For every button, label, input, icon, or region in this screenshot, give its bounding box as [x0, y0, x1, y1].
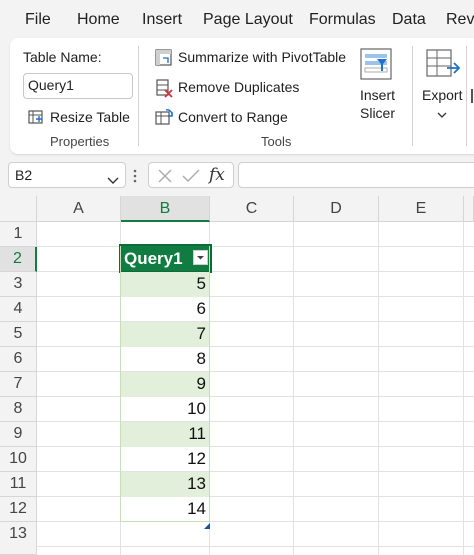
table-cell[interactable]: 13	[121, 472, 210, 497]
gridline	[463, 222, 464, 555]
gridline	[293, 222, 294, 555]
gridline	[37, 321, 474, 322]
table-name-value: Query1	[28, 77, 74, 93]
row-header-10[interactable]: 10	[0, 447, 37, 472]
gridline	[378, 222, 379, 555]
table-border	[120, 521, 210, 522]
formula-input[interactable]	[238, 162, 474, 188]
gridline	[37, 471, 474, 472]
table-cell[interactable]: 5	[121, 272, 210, 297]
table-cell[interactable]: 8	[121, 347, 210, 372]
gridline	[37, 271, 474, 272]
menu-file[interactable]: File	[25, 11, 51, 29]
table-header-label: Query1	[124, 249, 183, 268]
gridline	[37, 396, 474, 397]
table-border	[209, 246, 210, 522]
confirm-icon[interactable]	[182, 168, 200, 189]
column-header-b[interactable]: B	[121, 196, 210, 222]
table-cell[interactable]: 10	[121, 397, 210, 422]
menu-page-layout[interactable]: Page Layout	[203, 11, 293, 29]
table-cell[interactable]: 9	[121, 372, 210, 397]
ribbon: Table Name: Query1 Resize Table Properti…	[10, 38, 474, 154]
row-header-7[interactable]: 7	[0, 372, 37, 397]
summarize-pivot-button[interactable]: Summarize with PivotTable	[178, 49, 346, 65]
gridline	[37, 521, 474, 522]
menu-data[interactable]: Data	[392, 11, 426, 29]
partial-icon	[470, 86, 474, 111]
convert-to-range-button[interactable]: Convert to Range	[178, 109, 288, 125]
menu-bar: File Home Insert Page Layout Formulas Da…	[0, 0, 474, 38]
menu-home[interactable]: Home	[77, 11, 120, 29]
table-header-cell[interactable]: Query1	[119, 244, 212, 273]
remove-duplicates-icon	[154, 78, 174, 103]
insert-slicer-label-2[interactable]: Slicer	[360, 105, 395, 121]
group-separator	[138, 46, 139, 146]
row-header-13[interactable]: 13	[0, 522, 37, 555]
gridline	[37, 421, 474, 422]
formula-bar: B2 fx	[0, 160, 474, 192]
gridline	[37, 371, 474, 372]
worksheet-grid: A B C D E 1 2 3 4 5 6 7 8 9 10 11 12 13 …	[0, 196, 474, 555]
chevron-down-icon[interactable]	[437, 106, 447, 124]
gridline	[37, 446, 474, 447]
column-header-d[interactable]: D	[294, 196, 379, 222]
table-name-label: Table Name:	[23, 49, 102, 65]
gridline	[37, 346, 474, 347]
table-cell[interactable]: 7	[121, 322, 210, 347]
gridline	[37, 496, 474, 497]
row-header-3[interactable]: 3	[0, 272, 37, 297]
row-header-5[interactable]: 5	[0, 322, 37, 347]
menu-insert[interactable]: Insert	[142, 11, 182, 29]
row-header-9[interactable]: 9	[0, 422, 37, 447]
name-box[interactable]: B2	[8, 162, 126, 188]
convert-to-range-icon	[154, 108, 174, 133]
column-header-a[interactable]: A	[37, 196, 121, 222]
properties-group-title: Properties	[50, 134, 110, 149]
more-options-icon[interactable]	[133, 168, 137, 189]
chevron-down-icon	[197, 256, 204, 260]
slicer-icon	[359, 47, 393, 86]
row-header-4[interactable]: 4	[0, 297, 37, 322]
row-header-6[interactable]: 6	[0, 347, 37, 372]
menu-formulas[interactable]: Formulas	[309, 11, 376, 29]
table-border	[120, 246, 121, 522]
cancel-icon[interactable]	[157, 168, 173, 189]
resize-table-button[interactable]: Resize Table	[50, 109, 130, 125]
table-cell[interactable]: 6	[121, 297, 210, 322]
row-header-12[interactable]: 12	[0, 497, 37, 522]
row-header-11[interactable]: 11	[0, 472, 37, 497]
insert-slicer-label-1[interactable]: Insert	[360, 87, 395, 103]
formula-controls: fx	[148, 162, 234, 188]
table-name-input[interactable]: Query1	[23, 73, 133, 99]
row-header-1[interactable]: 1	[0, 222, 37, 247]
resize-table-icon	[27, 108, 45, 131]
column-header-e[interactable]: E	[379, 196, 464, 222]
chevron-down-icon[interactable]	[107, 172, 119, 188]
insert-function-button[interactable]: fx	[209, 165, 225, 185]
pivot-table-icon	[154, 48, 174, 73]
filter-dropdown-button[interactable]	[193, 250, 208, 265]
table-cell[interactable]: 12	[121, 447, 210, 472]
gridline	[37, 546, 474, 547]
select-all-corner[interactable]	[0, 196, 37, 222]
menu-review[interactable]: Revi	[446, 11, 474, 29]
export-button[interactable]: Export	[422, 87, 462, 103]
row-header-8[interactable]: 8	[0, 397, 37, 422]
tools-group-title: Tools	[261, 134, 292, 149]
group-separator	[412, 46, 413, 146]
table-cell[interactable]: 11	[121, 422, 210, 447]
gridline	[37, 296, 474, 297]
gridline	[37, 246, 474, 247]
table-cell[interactable]: 14	[121, 497, 210, 522]
group-separator	[466, 46, 467, 146]
column-header-partial[interactable]	[464, 196, 474, 222]
remove-duplicates-button[interactable]: Remove Duplicates	[178, 79, 299, 95]
name-box-value: B2	[15, 167, 33, 183]
column-header-c[interactable]: C	[210, 196, 294, 222]
row-header-2[interactable]: 2	[0, 247, 37, 272]
export-icon	[425, 46, 461, 87]
